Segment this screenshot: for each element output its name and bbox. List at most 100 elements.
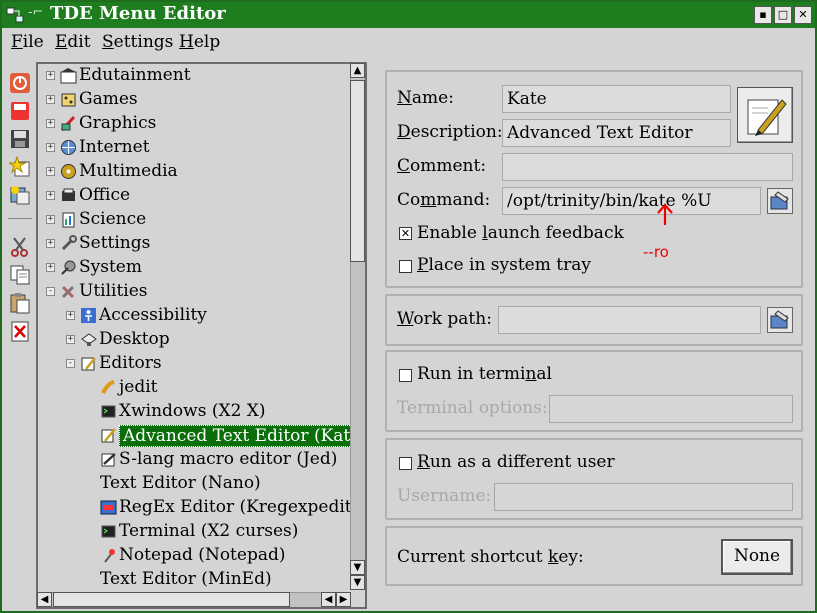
system-tray-checkbox[interactable] bbox=[399, 260, 412, 273]
work-path-group: Work path: bbox=[385, 294, 803, 346]
edutainment-icon bbox=[60, 68, 77, 84]
tree-item[interactable]: Text Editor (MinEd) bbox=[38, 568, 351, 590]
tree-item-label: Games bbox=[79, 89, 138, 109]
tree-item[interactable]: - Editors bbox=[38, 352, 351, 376]
tree-item[interactable]: + Edutainment bbox=[38, 64, 351, 88]
tree-item[interactable]: + Graphics bbox=[38, 112, 351, 136]
expand-toggle[interactable]: + bbox=[46, 215, 55, 224]
vertical-scrollbar[interactable]: ▲ ▼ ▼ bbox=[350, 63, 365, 590]
tree-item[interactable]: - Utilities bbox=[38, 280, 351, 304]
tree-item[interactable]: + Games bbox=[38, 88, 351, 112]
browse-work-path-button[interactable] bbox=[767, 307, 793, 333]
collapse-toggle[interactable]: - bbox=[66, 359, 75, 368]
launch-feedback-label[interactable]: Enable launch feedback bbox=[417, 223, 624, 243]
horizontal-scroll-thumb[interactable] bbox=[53, 592, 290, 607]
app-menu-icon[interactable] bbox=[6, 6, 24, 24]
save-icon[interactable] bbox=[9, 128, 31, 150]
tree-item[interactable]: Advanced Text Editor (Kate) bbox=[38, 424, 351, 448]
icon-chooser-button[interactable] bbox=[737, 87, 793, 143]
menu-settings[interactable]: Settings bbox=[102, 32, 173, 52]
expand-toggle[interactable]: + bbox=[46, 239, 55, 248]
browse-command-button[interactable] bbox=[767, 188, 793, 214]
tree-item[interactable]: + Desktop bbox=[38, 328, 351, 352]
comment-field[interactable] bbox=[502, 153, 793, 181]
settings-icon bbox=[61, 235, 77, 251]
tree-item-label: Desktop bbox=[99, 329, 170, 349]
name-field[interactable]: Kate bbox=[502, 85, 731, 113]
vertical-toolbar bbox=[6, 66, 34, 606]
expand-toggle[interactable]: + bbox=[66, 335, 75, 344]
scroll-down-button[interactable]: ▼ bbox=[350, 560, 365, 575]
tree-item[interactable]: + Office bbox=[38, 184, 351, 208]
tree-item-label: Terminal (X2 curses) bbox=[119, 521, 299, 541]
science-icon bbox=[62, 212, 75, 228]
pane-splitter[interactable] bbox=[370, 62, 382, 609]
menu-tree[interactable]: + Edutainment + Games + Graphics + Internet + Mul… bbox=[36, 62, 367, 609]
menu-file[interactable]: File bbox=[11, 32, 44, 52]
tree-item[interactable]: Xwindows (X2 X) bbox=[38, 400, 351, 424]
tree-item[interactable]: + Multimedia bbox=[38, 160, 351, 184]
comment-label: Comment: bbox=[397, 156, 487, 176]
scroll-left-button-2[interactable]: ◀ bbox=[321, 592, 336, 607]
tree-item[interactable]: RegEx Editor (Kregexpeditor) bbox=[38, 496, 351, 520]
sticky-pin-icon[interactable]: -⌐ bbox=[28, 5, 43, 20]
run-in-terminal-label[interactable]: Run in terminal bbox=[417, 364, 552, 384]
menu-help[interactable]: Help bbox=[179, 32, 220, 52]
system-tray-label[interactable]: Place in system tray bbox=[417, 255, 591, 275]
work-path-field[interactable] bbox=[498, 306, 761, 334]
name-label: Name: bbox=[397, 88, 454, 108]
description-label: Description: bbox=[397, 122, 503, 142]
expand-toggle[interactable]: + bbox=[46, 143, 55, 152]
title-bar[interactable]: -⌐ TDE Menu Editor ▪ □ ✕ bbox=[2, 2, 815, 28]
tree-item[interactable]: + Accessibility bbox=[38, 304, 351, 328]
maximize-button[interactable]: □ bbox=[774, 6, 792, 24]
desktop-icon bbox=[81, 333, 97, 346]
menu-edit[interactable]: Edit bbox=[55, 32, 91, 52]
copy-icon[interactable] bbox=[9, 264, 31, 286]
paste-icon[interactable] bbox=[9, 292, 31, 314]
cut-icon[interactable] bbox=[9, 236, 31, 258]
command-field[interactable]: /opt/trinity/bin/kate %U bbox=[502, 187, 761, 215]
expand-toggle[interactable]: + bbox=[46, 191, 55, 200]
description-field[interactable]: Advanced Text Editor bbox=[502, 119, 731, 147]
tree-item[interactable]: Text Editor (Nano) bbox=[38, 472, 351, 496]
expand-toggle[interactable]: + bbox=[46, 263, 55, 272]
vertical-scroll-thumb[interactable] bbox=[350, 80, 365, 262]
horizontal-scrollbar[interactable]: ◀ ◀ ▶ bbox=[37, 592, 351, 607]
collapse-toggle[interactable]: - bbox=[46, 287, 55, 296]
run-as-user-checkbox[interactable] bbox=[399, 457, 412, 470]
tree-item[interactable]: + Settings bbox=[38, 232, 351, 256]
tree-item[interactable]: jedit bbox=[38, 376, 351, 400]
new-item-icon[interactable] bbox=[9, 100, 31, 122]
expand-toggle[interactable]: + bbox=[46, 119, 55, 128]
run-as-user-label[interactable]: Run as a different user bbox=[417, 452, 615, 472]
shortcut-key-button[interactable]: None bbox=[721, 539, 793, 575]
tree-item[interactable]: S-lang macro editor (Jed) bbox=[38, 448, 351, 472]
scroll-left-button[interactable]: ◀ bbox=[37, 592, 52, 607]
minimize-button[interactable]: ▪ bbox=[754, 6, 772, 24]
tree-item-label: Edutainment bbox=[79, 65, 191, 85]
launch-feedback-checkbox[interactable]: ✕ bbox=[399, 227, 412, 240]
graphics-icon bbox=[60, 115, 76, 132]
scroll-down-button-2[interactable]: ▼ bbox=[350, 575, 365, 590]
tree-item[interactable]: + Science bbox=[38, 208, 351, 232]
scroll-up-button[interactable]: ▲ bbox=[350, 63, 365, 78]
tree-item[interactable]: Notepad (Notepad) bbox=[38, 544, 351, 568]
tree-item[interactable]: + System bbox=[38, 256, 351, 280]
tree-item[interactable]: Terminal (X2 curses) bbox=[38, 520, 351, 544]
tree-item-label: Science bbox=[79, 209, 147, 229]
tree-item-label: Office bbox=[79, 185, 131, 205]
shutdown-icon[interactable] bbox=[9, 72, 31, 94]
tree-item[interactable]: + Internet bbox=[38, 136, 351, 160]
expand-toggle[interactable]: + bbox=[66, 311, 75, 320]
internet-icon bbox=[61, 140, 76, 155]
new-submenu-icon[interactable] bbox=[9, 156, 31, 178]
expand-toggle[interactable]: + bbox=[46, 71, 55, 80]
delete-icon[interactable] bbox=[9, 320, 31, 342]
new-separator-icon[interactable] bbox=[9, 184, 31, 206]
expand-toggle[interactable]: + bbox=[46, 167, 55, 176]
expand-toggle[interactable]: + bbox=[46, 95, 55, 104]
close-button[interactable]: ✕ bbox=[794, 6, 812, 24]
scroll-right-button[interactable]: ▶ bbox=[336, 592, 351, 607]
run-in-terminal-checkbox[interactable] bbox=[399, 369, 412, 382]
